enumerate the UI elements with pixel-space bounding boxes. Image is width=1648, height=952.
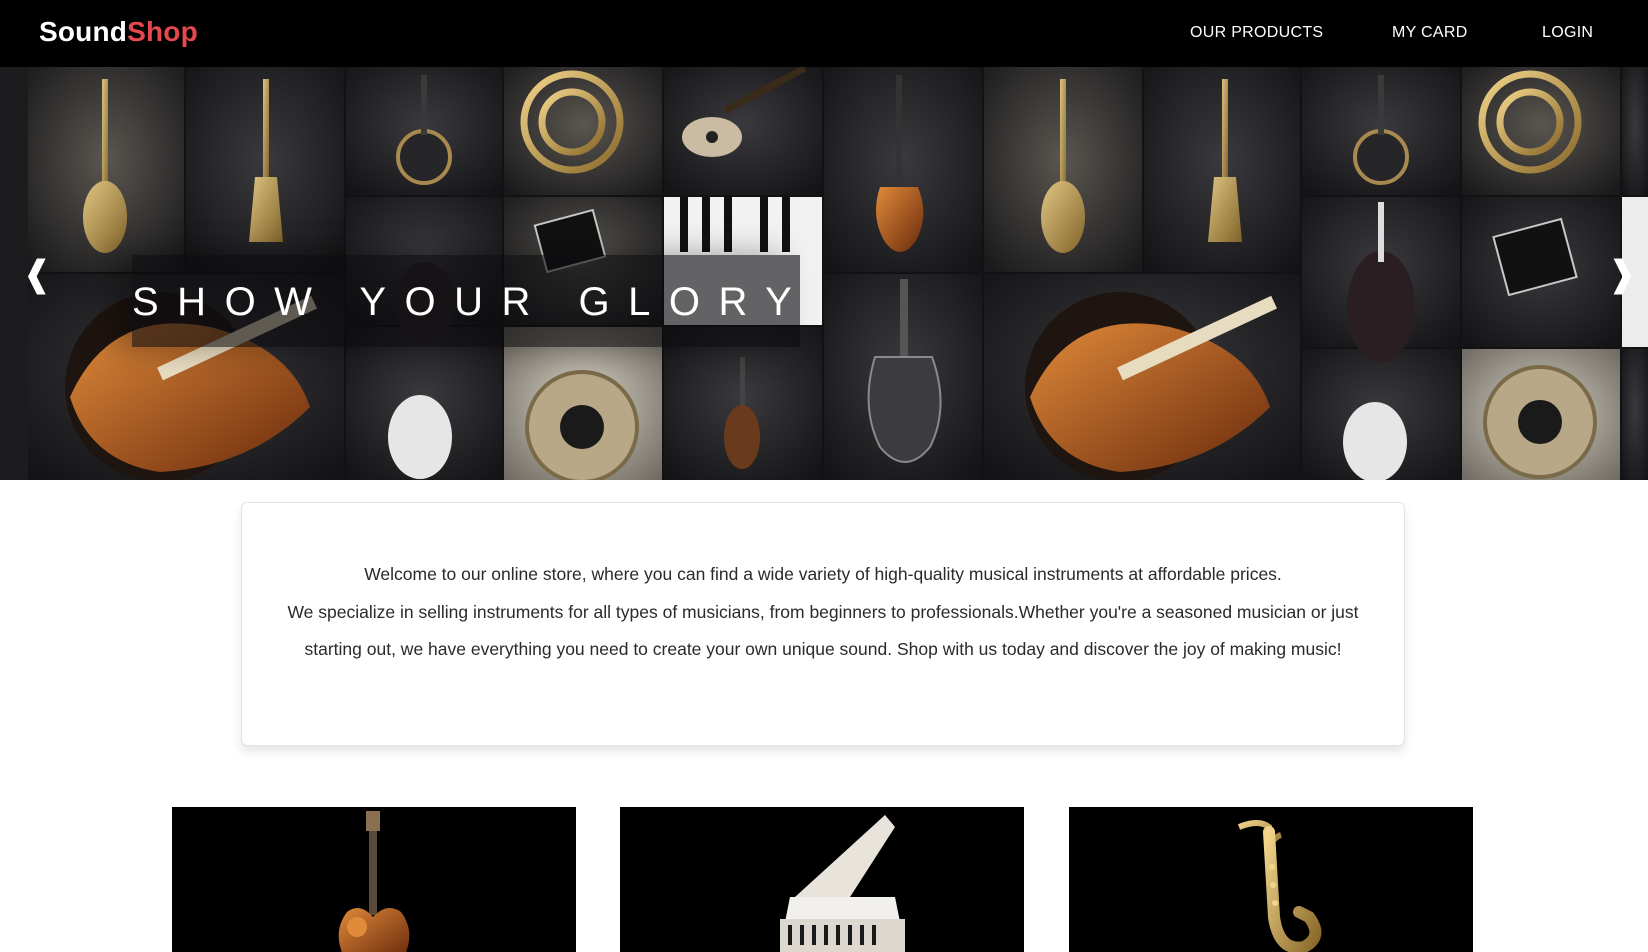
nav-our-products-link[interactable]: OUR PRODUCTS <box>1190 24 1323 42</box>
welcome-text-line1: Welcome to our online store, where you c… <box>364 564 1282 584</box>
logo-shop: Shop <box>127 16 198 47</box>
hero-title: SHOW YOUR GLORY <box>132 280 811 324</box>
product-card-guitar[interactable] <box>172 807 576 952</box>
electric-guitar-image <box>338 811 410 952</box>
hero-carousel: SHOW YOUR GLORY ❰ ❱ <box>0 67 1648 480</box>
chevron-right-icon[interactable]: ❱ <box>1607 257 1637 293</box>
saxophone-image <box>1237 820 1322 952</box>
logo[interactable]: SoundShop <box>39 16 198 48</box>
welcome-card: Welcome to our online store, where you c… <box>241 502 1405 746</box>
chevron-left-icon[interactable]: ❰ <box>22 257 52 293</box>
grand-piano-image <box>780 815 905 952</box>
product-card-saxophone[interactable] <box>1069 807 1473 952</box>
nav-my-card-link[interactable]: MY CARD <box>1392 24 1468 42</box>
navbar: SoundShop OUR PRODUCTS MY CARD LOGIN <box>0 0 1648 67</box>
product-card-piano[interactable] <box>620 807 1024 952</box>
nav-login-link[interactable]: LOGIN <box>1542 24 1593 42</box>
logo-sound: Sound <box>39 16 128 47</box>
welcome-text-line2: We specialize in selling instruments for… <box>287 601 1359 660</box>
